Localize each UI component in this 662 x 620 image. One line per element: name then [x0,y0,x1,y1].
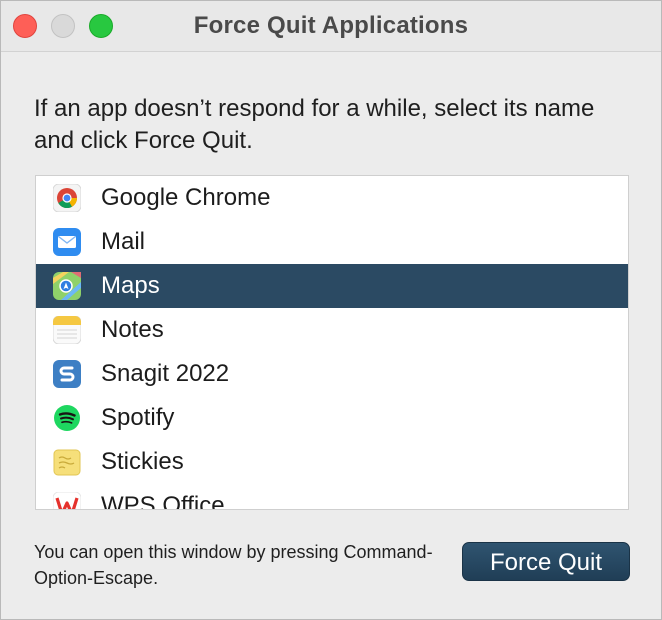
snagit-icon [53,360,81,388]
force-quit-window: Force Quit Applications If an app doesn’… [0,0,662,620]
window-title: Force Quit Applications [193,12,469,39]
app-name: Mail [101,228,146,255]
maps-icon [53,272,81,300]
keyboard-shortcut-hint: You can open this window by pressing Com… [34,542,433,588]
app-row-wps-office[interactable]: WPS Office [36,484,628,510]
app-name: Google Chrome [101,184,271,211]
app-row-mail[interactable]: Mail [36,220,628,264]
wps-office-icon [53,492,81,509]
app-row-snagit-2022[interactable]: Snagit 2022 [36,352,628,396]
app-row-stickies[interactable]: Stickies [36,440,628,484]
force-quit-button[interactable]: Force Quit [462,542,630,581]
app-name: WPS Office [101,492,225,510]
app-name: Stickies [101,448,184,475]
notes-icon [53,316,81,344]
stickies-icon [53,448,81,476]
mail-icon [53,228,81,256]
app-row-spotify[interactable]: Spotify [36,396,628,440]
chrome-icon [53,184,81,212]
app-row-google-chrome[interactable]: Google Chrome [36,176,628,220]
app-name: Notes [101,316,164,343]
app-name: Snagit 2022 [101,360,230,387]
app-row-maps[interactable]: Maps [36,264,628,308]
app-name: Spotify [101,404,175,431]
app-row-notes[interactable]: Notes [36,308,628,352]
spotify-icon [53,404,81,432]
application-list[interactable]: Google Chrome Mail Maps Notes Snagit 202… [35,175,629,510]
title-bar: Force Quit Applications [1,1,661,52]
app-name: Maps [101,272,160,299]
instructions-text: If an app doesn’t respond for a while, s… [34,95,595,154]
